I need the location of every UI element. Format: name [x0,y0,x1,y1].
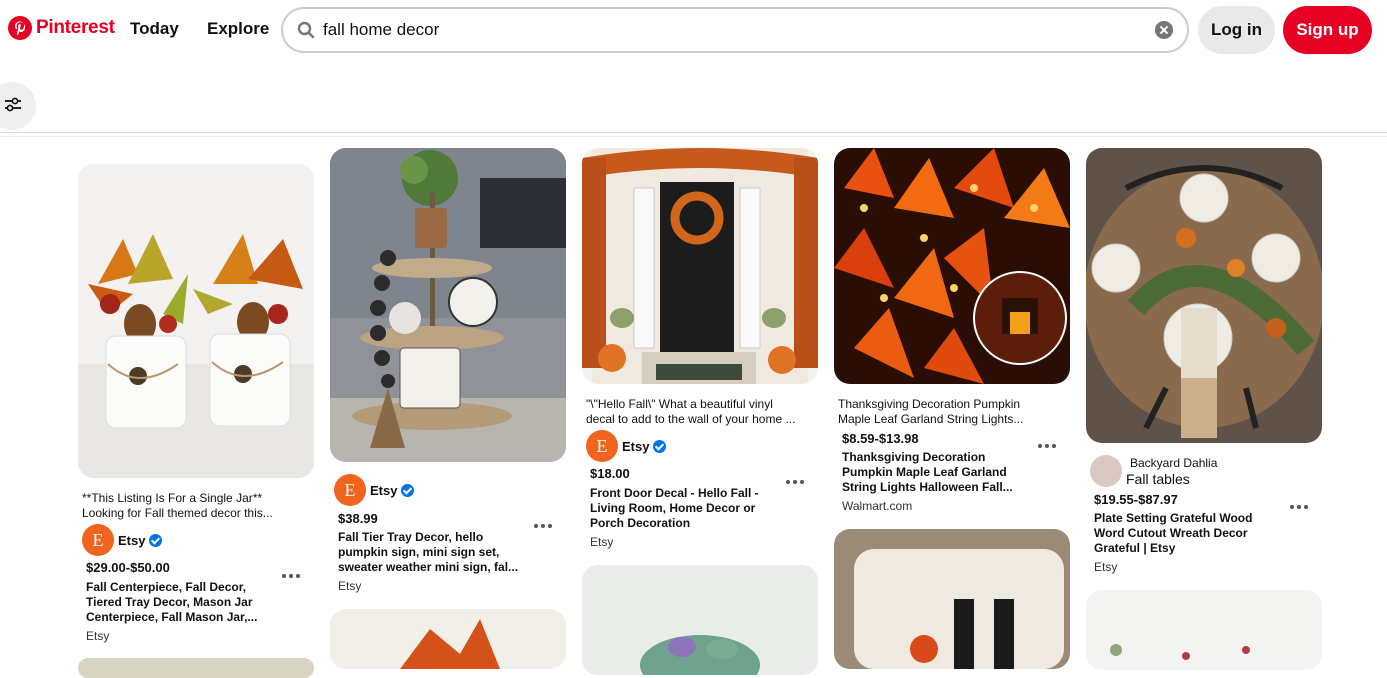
pin-title: Front Door Decal - Hello Fall - Living R… [590,486,790,531]
pin-store: Etsy [590,535,614,549]
pinterest-wordmark: Pinterest [36,17,115,38]
seller-row[interactable]: E Etsy [586,430,667,462]
pin-image[interactable] [330,609,566,669]
pin-store: Walmart.com [842,499,913,513]
pin-title-line: Living Room, Home Decor or [590,501,756,515]
pin-title: Plate Setting Grateful Wood Word Cutout … [1094,511,1294,556]
pin-title-line: String Lights Halloween Fall... [842,480,1013,494]
pin-description: "\"Hello Fall\" What a beautiful vinyl [586,397,773,411]
search-bar[interactable] [281,7,1189,53]
pin-price: $19.55-$87.97 [1094,492,1178,507]
pin-title-line: Porch Decoration [590,516,691,530]
pin-title: Thanksgiving Decoration Pumpkin Maple Le… [842,450,1042,495]
pinterest-logo[interactable]: Pinterest [8,16,115,40]
pin-title-line: Centerpiece, Fall Mason Jar,... [86,610,258,624]
pin-price: $38.99 [338,511,378,526]
seller-name: Etsy [370,482,398,498]
verified-check-icon [401,483,415,497]
pin-title-line: Word Cutout Wreath Decor [1094,526,1248,540]
pin-title-line: sweater weather mini sign, fal... [338,560,519,574]
pin-store: Etsy [1094,560,1118,574]
toolbar-divider [0,136,1387,137]
seller-name: Backyard Dahlia [1130,456,1218,470]
seller-avatar [1090,455,1122,487]
nav-today[interactable]: Today [130,19,179,39]
search-input[interactable] [323,19,1123,41]
pin-card[interactable]: E Etsy $38.99 Fall Tier Tray Decor, hell… [330,148,566,669]
pin-card[interactable]: Thanksgiving Decoration Pumpkin Maple Le… [834,148,1070,669]
pin-image[interactable] [834,529,1070,669]
signup-button[interactable]: Sign up [1283,6,1372,54]
pin-image[interactable] [582,148,818,384]
pin-image[interactable] [834,148,1070,384]
pin-description: Thanksgiving Decoration Pumpkin [838,397,1021,411]
pin-description: decal to add to the wall of your home ..… [586,412,796,426]
seller-row[interactable]: E Etsy [334,474,415,506]
pin-title: Fall Centerpiece, Fall Decor, Tiered Tra… [86,580,286,625]
search-icon [297,21,315,44]
pin-title-line: Front Door Decal - Hello Fall - [590,486,759,500]
verified-check-icon [149,533,163,547]
pin-description: **This Listing Is For a Single Jar** [82,491,263,505]
seller-row[interactable] [1090,455,1122,487]
filter-sliders-icon [5,97,21,112]
toolbar-divider [0,132,1387,133]
pin-price: $8.59-$13.98 [842,431,919,446]
pin-title: Fall Tier Tray Decor, hello pumpkin sign… [338,530,538,575]
pin-image[interactable] [78,164,314,478]
login-button[interactable]: Log in [1198,6,1275,54]
pin-title-line: Pumpkin Maple Leaf Garland [842,465,1007,479]
pin-image[interactable] [1086,590,1322,670]
verified-check-icon [653,439,667,453]
pinterest-logo-icon [8,16,32,40]
pin-title-line: Tiered Tray Decor, Mason Jar [86,595,253,609]
pin-title-line: Fall Tier Tray Decor, hello [338,530,484,544]
pin-title-line: Plate Setting Grateful Wood [1094,511,1253,525]
pin-title-line: Grateful | Etsy [1094,541,1176,555]
etsy-avatar: E [586,430,618,462]
pin-store: Etsy [338,579,362,593]
etsy-avatar: E [334,474,366,506]
pin-price: $18.00 [590,466,630,481]
pin-title-line: pumpkin sign, mini sign set, [338,545,500,559]
pin-image[interactable] [330,148,566,462]
pin-image[interactable] [582,565,818,675]
pin-card[interactable]: Backyard Dahlia Fall tables $19.55-$87.9… [1086,148,1322,670]
pin-card[interactable]: **This Listing Is For a Single Jar** Loo… [78,164,314,678]
pin-description: Looking for Fall themed decor this... [82,506,273,520]
seller-name: Etsy [622,438,650,454]
pin-title-line: Thanksgiving Decoration [842,450,986,464]
pin-price: $29.00-$50.00 [86,560,170,575]
top-nav-bar: Pinterest Today Explore Log in Sign up [0,0,1387,60]
seller-name: Etsy [118,532,146,548]
filter-button[interactable] [0,82,36,130]
pin-image[interactable] [78,658,314,678]
pin-store: Etsy [86,629,110,643]
board-name: Fall tables [1126,471,1190,487]
pin-image[interactable] [1086,148,1322,443]
pin-description: Maple Leaf Garland String Lights... [838,412,1024,426]
pin-card[interactable]: "\"Hello Fall\" What a beautiful vinyl d… [582,148,818,675]
pin-title-line: Fall Centerpiece, Fall Decor, [86,580,247,594]
nav-explore[interactable]: Explore [207,19,269,39]
etsy-avatar: E [82,524,114,556]
seller-row[interactable]: E Etsy [82,524,163,556]
clear-search-icon[interactable] [1155,21,1173,39]
